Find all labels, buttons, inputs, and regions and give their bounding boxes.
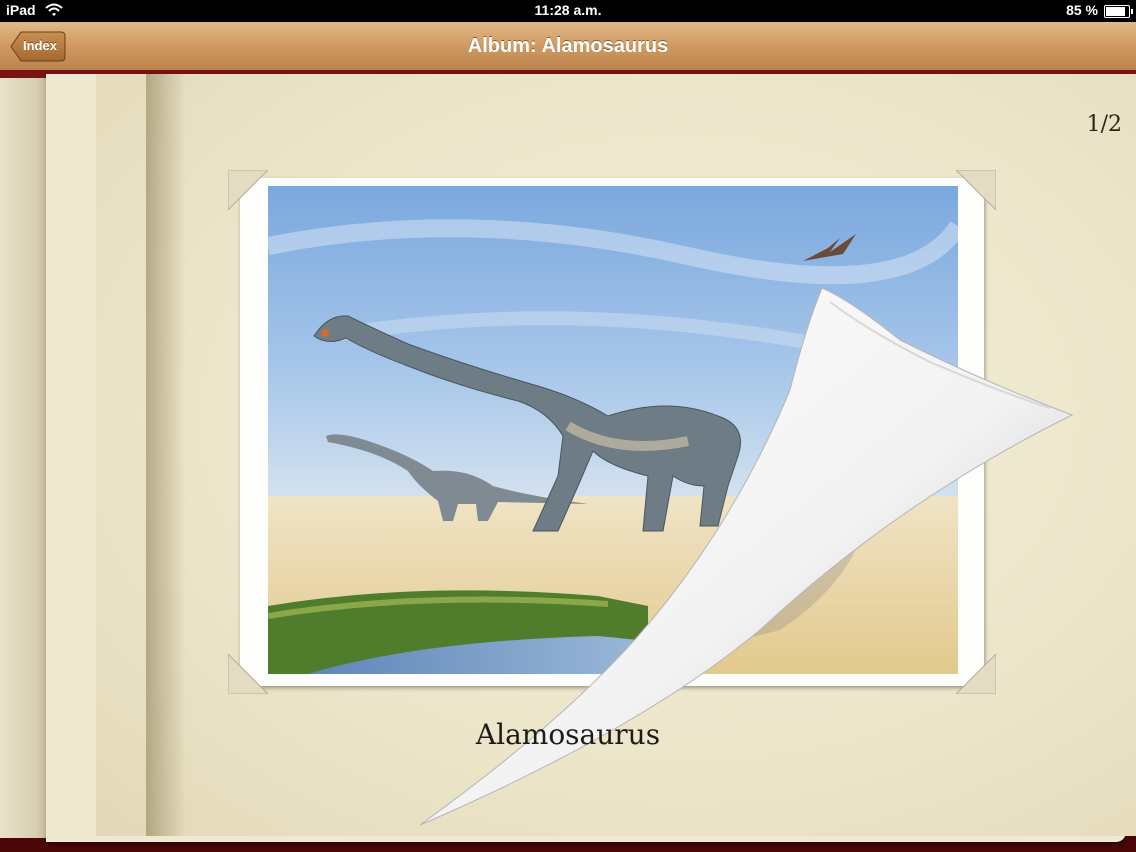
battery-percent: 85 % xyxy=(1066,2,1098,18)
dinosaur-illustration xyxy=(268,186,958,674)
navigation-bar: Index Album: Alamosaurus xyxy=(0,22,1136,71)
photo-caption: Alamosaurus xyxy=(475,718,661,751)
battery-fill xyxy=(1106,7,1125,16)
photo-corner-top-right xyxy=(956,170,996,210)
page-title: Album: Alamosaurus xyxy=(467,35,669,57)
battery-icon xyxy=(1104,5,1133,18)
photo-frame[interactable] xyxy=(228,170,996,694)
album-book: 1/2 Alamosaurus xyxy=(0,70,1136,852)
photo-corner-bottom-left xyxy=(228,654,268,694)
photo-corner-bottom-right xyxy=(956,654,996,694)
status-bar: iPad 11:28 a.m. 85 % xyxy=(0,0,1136,22)
photo-corner-top-left xyxy=(228,170,268,210)
page-indicator: 1/2 xyxy=(1086,112,1122,137)
clock: 11:28 a.m. xyxy=(534,2,602,18)
